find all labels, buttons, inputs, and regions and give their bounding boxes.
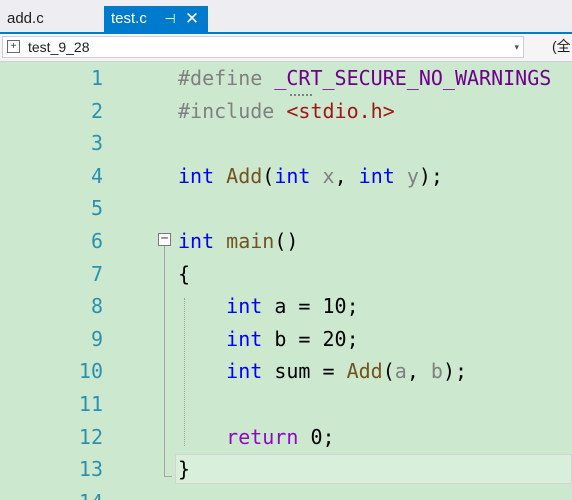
preprocessor-directive: #include — [178, 98, 275, 123]
code-line-1: 1 #define _CRT_SECURE_NO_WARNINGS — [0, 62, 572, 95]
code-line-6: 6 int main() — [0, 225, 572, 258]
tab-label: test.c — [111, 10, 147, 27]
statement: sum = — [262, 359, 347, 384]
function-name: main — [226, 229, 275, 253]
punctuation: ); — [442, 359, 468, 384]
code-line-2: 2 #include <stdio.h> — [0, 95, 572, 128]
chevron-down-icon[interactable]: ▾ — [514, 37, 519, 57]
code-line-13: 13 } — [0, 453, 572, 486]
close-brace: } — [178, 457, 191, 482]
keyword: int — [226, 294, 263, 319]
code-line-9: 9 int b = 20; — [0, 323, 572, 356]
code-line-14: 14 — [0, 486, 572, 500]
punctuation: ( — [262, 163, 275, 188]
code-line-10: 10 int sum = Add(a, b); — [0, 355, 572, 388]
open-brace: { — [178, 261, 191, 286]
statement: 0; — [298, 424, 335, 449]
punctuation: , — [334, 163, 359, 188]
argument: b — [430, 359, 443, 384]
line-number: 10 — [78, 359, 103, 384]
code-line-4: 4 int Add(int x, int y); — [0, 160, 572, 193]
parameter: y — [406, 163, 419, 188]
navigation-bar: + test_9_28 ▾ (全 — [0, 34, 572, 62]
statement: a = 10; — [262, 294, 359, 319]
macro-name: _CRT_SECURE_NO_WARNINGS — [274, 66, 552, 90]
punctuation: , — [406, 359, 431, 384]
keyword: int — [178, 163, 215, 188]
punctuation: ); — [418, 163, 443, 188]
project-scope-dropdown[interactable]: + test_9_28 ▾ — [2, 36, 524, 58]
keyword: int — [178, 229, 215, 253]
line-number: 8 — [90, 294, 103, 319]
line-number: 9 — [90, 326, 103, 351]
line-number: 7 — [90, 261, 103, 286]
line-number: 1 — [90, 66, 103, 90]
argument: a — [394, 359, 407, 384]
keyword: int — [226, 326, 263, 351]
statement: b = 20; — [262, 326, 359, 351]
line-number: 14 — [0, 486, 103, 500]
keyword: int — [226, 359, 263, 384]
code-line-5: 5 — [0, 192, 572, 225]
code-line-7: 7 { — [0, 258, 572, 291]
line-number: 6 — [90, 229, 103, 253]
code-line-8: 8 int a = 10; — [0, 290, 572, 323]
line-number: 11 — [78, 392, 103, 416]
line-number: 4 — [90, 163, 103, 188]
punctuation: () — [274, 229, 299, 253]
scope-icon: + — [7, 40, 20, 53]
preprocessor-directive: #define — [178, 66, 263, 90]
line-number: 5 — [90, 196, 103, 221]
tab-label: add.c — [7, 10, 44, 27]
function-name: Add — [346, 359, 383, 384]
code-editor[interactable]: − 1 #define _CRT_SECURE_NO_WARNINGS 2 #i… — [0, 62, 572, 500]
keyword: return — [226, 424, 299, 449]
code-line-12: 12 return 0; — [0, 421, 572, 454]
parameter: x — [322, 163, 335, 188]
tab-add-c[interactable]: add.c — [0, 6, 104, 32]
punctuation: ( — [382, 359, 395, 384]
function-name: Add — [226, 163, 263, 188]
tab-test-c[interactable]: test.c ⊣ ✕ — [104, 6, 208, 32]
scope-value: test_9_28 — [28, 39, 90, 55]
include-header: <stdio.h> — [286, 98, 395, 123]
line-number: 2 — [90, 98, 103, 123]
line-number: 13 — [78, 457, 103, 482]
global-scope-dropdown[interactable]: (全 — [552, 36, 571, 56]
code-line-3: 3 — [0, 127, 572, 160]
line-number: 12 — [78, 424, 103, 449]
keyword: int — [274, 163, 311, 188]
close-icon[interactable]: ✕ — [184, 6, 200, 32]
tab-bar: add.c test.c ⊣ ✕ — [0, 0, 572, 32]
keyword: int — [358, 163, 395, 188]
code-line-11: 11 — [0, 388, 572, 421]
pin-icon[interactable]: ⊣ — [162, 6, 178, 32]
line-number: 3 — [90, 131, 103, 156]
